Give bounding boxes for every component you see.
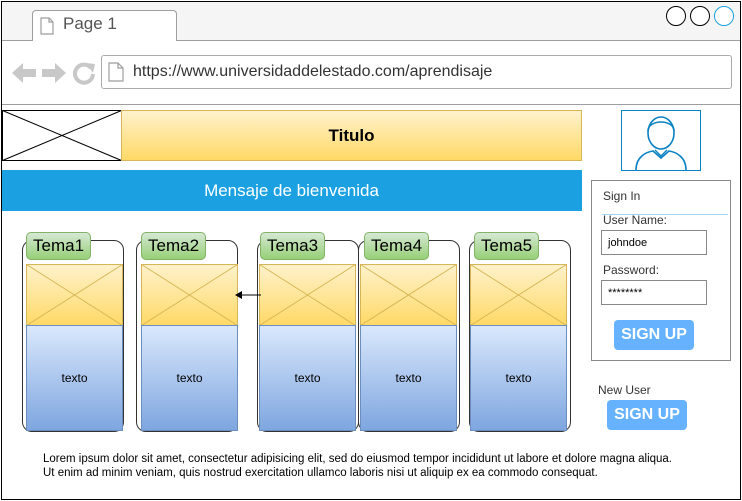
page-icon (40, 17, 54, 35)
topic-label[interactable]: Tema2 (141, 232, 207, 260)
welcome-banner: Mensaje de bienvenida (1, 170, 582, 211)
signin-submit-button[interactable]: SIGN UP (614, 320, 694, 350)
topic-body: texto (470, 325, 567, 431)
page-title: Titulo (121, 110, 582, 161)
topic-image-placeholder (259, 264, 356, 326)
signin-heading: Sign In (603, 189, 641, 203)
reload-icon[interactable] (72, 61, 96, 85)
topic-body: texto (26, 325, 123, 431)
topic-body: texto (360, 325, 457, 431)
topic-image-placeholder (470, 264, 567, 326)
address-row-divider (1, 104, 741, 105)
password-field[interactable]: ******** (601, 280, 707, 305)
topic-image-placeholder (360, 264, 457, 326)
close-icon[interactable] (714, 6, 734, 26)
topic-label[interactable]: Tema5 (474, 232, 540, 260)
username-field[interactable]: johndoe (601, 230, 707, 255)
minimize-icon[interactable] (666, 6, 686, 26)
username-label: User Name: (603, 213, 668, 227)
topic-image-placeholder (141, 264, 238, 326)
connector-arrow (235, 291, 261, 299)
footer-text: Lorem ipsum dolor sit amet, consectetur … (43, 452, 723, 480)
topic-body: texto (141, 325, 238, 431)
topic-body: texto (259, 325, 356, 431)
password-label: Password: (603, 263, 660, 277)
topic-image-placeholder (26, 264, 123, 326)
forward-arrow-icon[interactable] (41, 61, 67, 85)
user-avatar (621, 110, 701, 171)
tab-title: Page 1 (63, 14, 117, 33)
logo-image-placeholder (2, 110, 122, 161)
new-user-label: New User (598, 383, 651, 397)
footer-line-2: Ut enim ad minim veniam, quis nostrud ex… (43, 467, 598, 479)
topic-label[interactable]: Tema3 (260, 232, 326, 260)
url-page-icon (108, 62, 124, 82)
new-user-signup-button[interactable]: SIGN UP (607, 400, 687, 430)
url-text: https://www.universidaddelestado.com/apr… (133, 63, 493, 80)
maximize-icon[interactable] (690, 6, 710, 26)
topic-label[interactable]: Tema4 (364, 232, 430, 260)
user-icon (635, 116, 687, 171)
footer-line-1: Lorem ipsum dolor sit amet, consectetur … (43, 453, 673, 465)
topic-label[interactable]: Tema1 (26, 232, 92, 260)
back-arrow-icon[interactable] (11, 61, 37, 85)
